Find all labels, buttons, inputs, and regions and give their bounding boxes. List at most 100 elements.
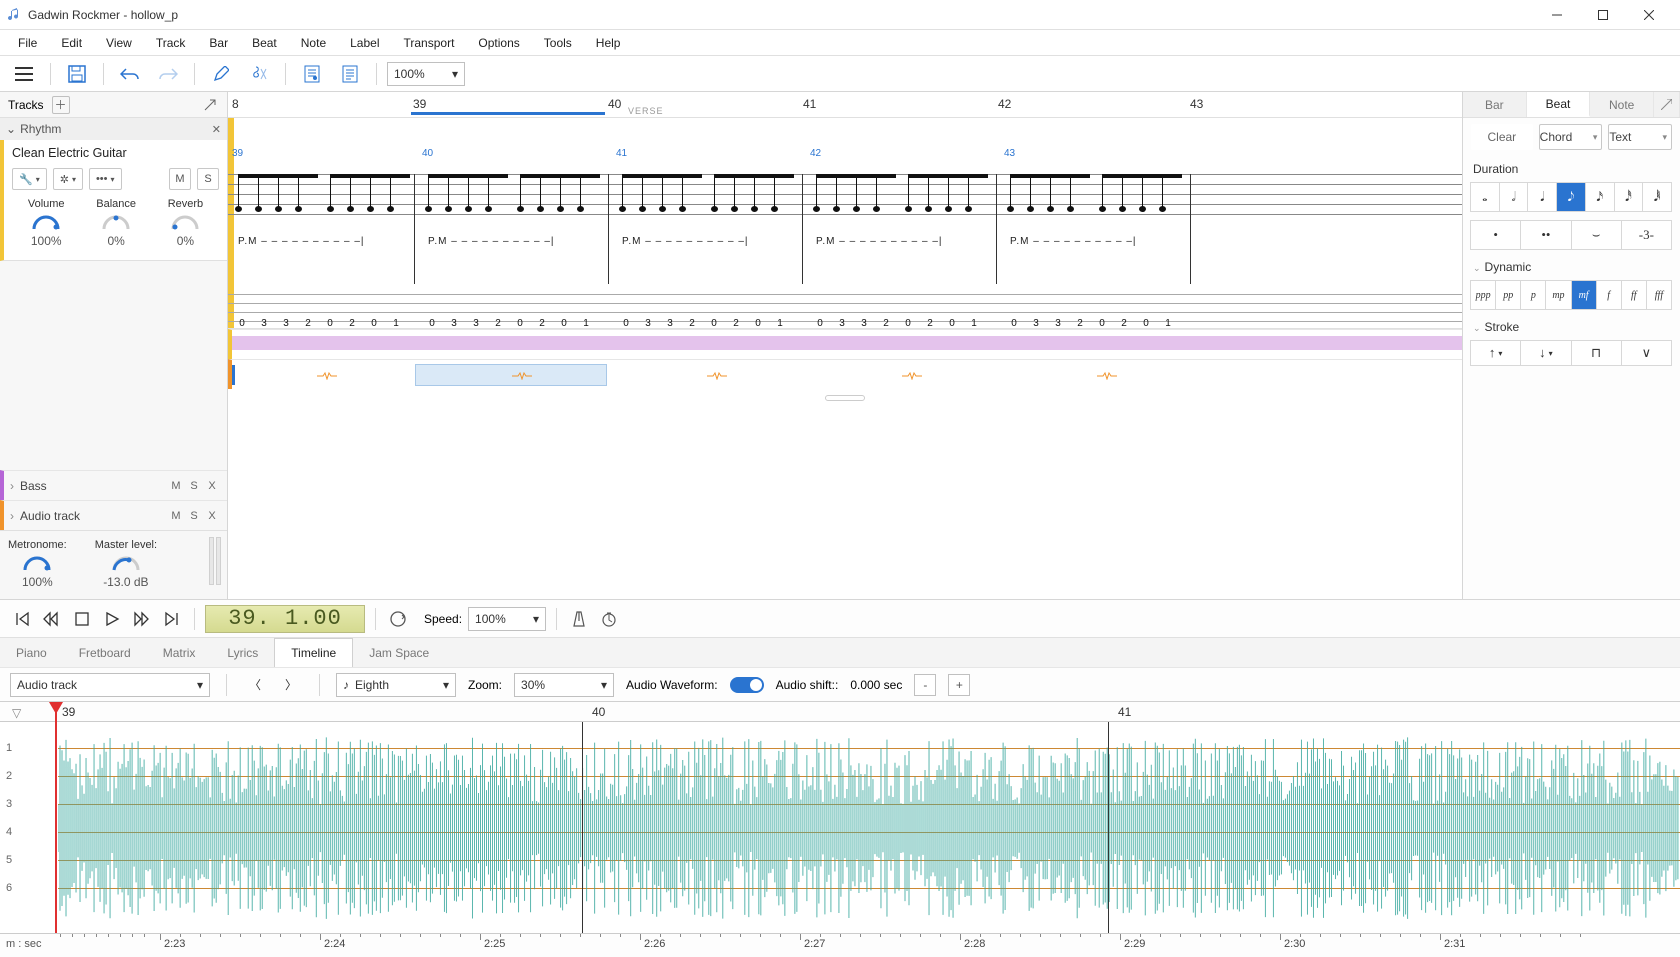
mute-button[interactable]: M xyxy=(167,480,185,492)
wrench-dropdown[interactable]: 🔧▾ xyxy=(12,168,47,190)
shift-plus-button[interactable]: + xyxy=(948,674,970,696)
tab-timeline[interactable]: Timeline xyxy=(274,638,353,667)
stop-icon[interactable] xyxy=(70,607,94,631)
menu-view[interactable]: View xyxy=(94,32,144,54)
minimize-button[interactable] xyxy=(1534,0,1580,30)
reverb-knob[interactable]: Reverb 0% xyxy=(168,198,203,248)
menu-beat[interactable]: Beat xyxy=(240,32,289,54)
menu-file[interactable]: File xyxy=(6,32,49,54)
close-icon[interactable]: ✕ xyxy=(212,123,221,136)
rewind-icon[interactable] xyxy=(40,607,64,631)
waveform-ruler[interactable]: ▽ 39 40 41 xyxy=(0,702,1680,722)
timeline-track-select[interactable]: Audio track▾ xyxy=(10,673,210,697)
menu-options[interactable]: Options xyxy=(466,32,531,54)
redo-icon[interactable] xyxy=(152,60,184,88)
menu-edit[interactable]: Edit xyxy=(49,32,94,54)
more-dropdown[interactable]: •••▾ xyxy=(89,168,122,190)
time-ruler[interactable]: m : sec 2:232:242:252:262:272:282:292:30… xyxy=(0,933,1680,957)
tab-note[interactable]: Note xyxy=(1590,92,1654,117)
rhythm-track-header[interactable]: ⌄ Rhythm ✕ xyxy=(0,118,227,140)
dur-64th[interactable]: 𝅘𝅥𝅱 xyxy=(1642,182,1672,212)
effects-dropdown[interactable]: ✲▾ xyxy=(53,168,83,190)
close-icon[interactable]: X xyxy=(203,480,221,492)
speed-select[interactable]: 100%▾ xyxy=(468,607,546,631)
tab-bar[interactable]: Bar xyxy=(1463,92,1527,117)
mod-dot[interactable]: • xyxy=(1470,220,1521,250)
lyrics-page-icon[interactable] xyxy=(334,60,366,88)
bass-lane[interactable] xyxy=(228,329,1462,359)
close-icon[interactable]: X xyxy=(203,510,221,522)
dynamic-section[interactable]: ⌄Dynamic xyxy=(1463,254,1680,276)
menu-help[interactable]: Help xyxy=(584,32,633,54)
tab-matrix[interactable]: Matrix xyxy=(147,638,212,667)
dur-half[interactable]: 𝅗𝅥 xyxy=(1499,182,1529,212)
treble-select-icon[interactable] xyxy=(243,60,275,88)
note-value-select[interactable]: ♪Eighth▾ xyxy=(336,673,456,697)
metronome-knob[interactable]: Metronome: 100% xyxy=(8,539,67,589)
balance-knob[interactable]: Balance 0% xyxy=(96,198,136,248)
audio-lane[interactable] xyxy=(228,359,1462,389)
menu-tools[interactable]: Tools xyxy=(532,32,584,54)
maximize-button[interactable] xyxy=(1580,0,1626,30)
mute-button[interactable]: M xyxy=(167,510,185,522)
dur-32nd[interactable]: 𝅘𝅥𝅰 xyxy=(1614,182,1644,212)
save-icon[interactable] xyxy=(61,60,93,88)
expand-icon[interactable] xyxy=(1648,638,1680,667)
tab-fretboard[interactable]: Fretboard xyxy=(63,638,147,667)
dyn-p[interactable]: p xyxy=(1520,280,1546,310)
timeline-zoom-select[interactable]: 30%▾ xyxy=(514,673,614,697)
mute-button[interactable]: M xyxy=(169,168,191,190)
solo-button[interactable]: S xyxy=(185,480,203,492)
chord-dropdown[interactable]: Chord▾ xyxy=(1539,124,1603,150)
stroke-down[interactable]: ↓ ▾ xyxy=(1520,340,1571,366)
stroke-up[interactable]: ↑ ▾ xyxy=(1470,340,1521,366)
tab-lyrics[interactable]: Lyrics xyxy=(211,638,274,667)
drag-handle[interactable] xyxy=(825,395,865,401)
dyn-mf[interactable]: mf xyxy=(1571,280,1597,310)
waveform-area[interactable]: ▽ 39 40 41 123456 xyxy=(0,701,1680,933)
notation-view[interactable]: 39P.M – – – – – – – – – –|00333322002200… xyxy=(228,118,1462,329)
bass-track[interactable]: › Bass MSX xyxy=(0,470,227,500)
menu-note[interactable]: Note xyxy=(289,32,338,54)
clear-button[interactable]: Clear xyxy=(1471,124,1533,150)
dyn-ppp[interactable]: ppp xyxy=(1470,280,1496,310)
stroke-section[interactable]: ⌄Stroke xyxy=(1463,314,1680,336)
dyn-mp[interactable]: mp xyxy=(1545,280,1571,310)
menu-track[interactable]: Track xyxy=(144,32,198,54)
volume-knob[interactable]: Volume 100% xyxy=(28,198,65,248)
mod-triplet[interactable]: -3- xyxy=(1621,220,1672,250)
solo-button[interactable]: S xyxy=(185,510,203,522)
dyn-ff[interactable]: ff xyxy=(1621,280,1647,310)
audio-waveform-toggle[interactable] xyxy=(730,677,764,693)
menu-bar[interactable]: Bar xyxy=(197,32,240,54)
dur-16th[interactable]: 𝅘𝅥𝅯 xyxy=(1585,182,1615,212)
dyn-fff[interactable]: fff xyxy=(1646,280,1672,310)
add-track-button[interactable]: ＋ xyxy=(52,96,70,114)
menu-label[interactable]: Label xyxy=(338,32,391,54)
play-icon[interactable] xyxy=(100,607,124,631)
hamburger-icon[interactable] xyxy=(8,60,40,88)
text-dropdown[interactable]: Text▾ xyxy=(1608,124,1672,150)
master-knob[interactable]: Master level: -13.0 dB xyxy=(95,539,157,589)
tab-piano[interactable]: Piano xyxy=(0,638,63,667)
score-page-icon[interactable] xyxy=(296,60,328,88)
close-button[interactable] xyxy=(1626,0,1672,30)
zoom-select[interactable]: 100%▾ xyxy=(387,62,465,86)
tracks-expand-icon[interactable] xyxy=(201,96,219,114)
shift-minus-button[interactable]: - xyxy=(914,674,936,696)
mod-dotdot[interactable]: •• xyxy=(1520,220,1571,250)
prev-icon[interactable]: 〈 xyxy=(243,673,267,697)
audio-track[interactable]: › Audio track MSX xyxy=(0,500,227,530)
pencil-icon[interactable] xyxy=(205,60,237,88)
countdown-icon[interactable] xyxy=(597,607,621,631)
stroke-pick-up[interactable]: ∨ xyxy=(1621,340,1672,366)
stroke-pick-down[interactable]: ⊓ xyxy=(1571,340,1622,366)
bar-ruler[interactable]: 8 VERSE 39 40 41 42 43 xyxy=(228,92,1462,118)
dyn-f[interactable]: f xyxy=(1596,280,1622,310)
loop-icon[interactable] xyxy=(386,607,410,631)
mod-tie[interactable]: ⌣ xyxy=(1571,220,1622,250)
undo-icon[interactable] xyxy=(114,60,146,88)
menu-transport[interactable]: Transport xyxy=(392,32,467,54)
goto-end-icon[interactable] xyxy=(160,607,184,631)
forward-icon[interactable] xyxy=(130,607,154,631)
